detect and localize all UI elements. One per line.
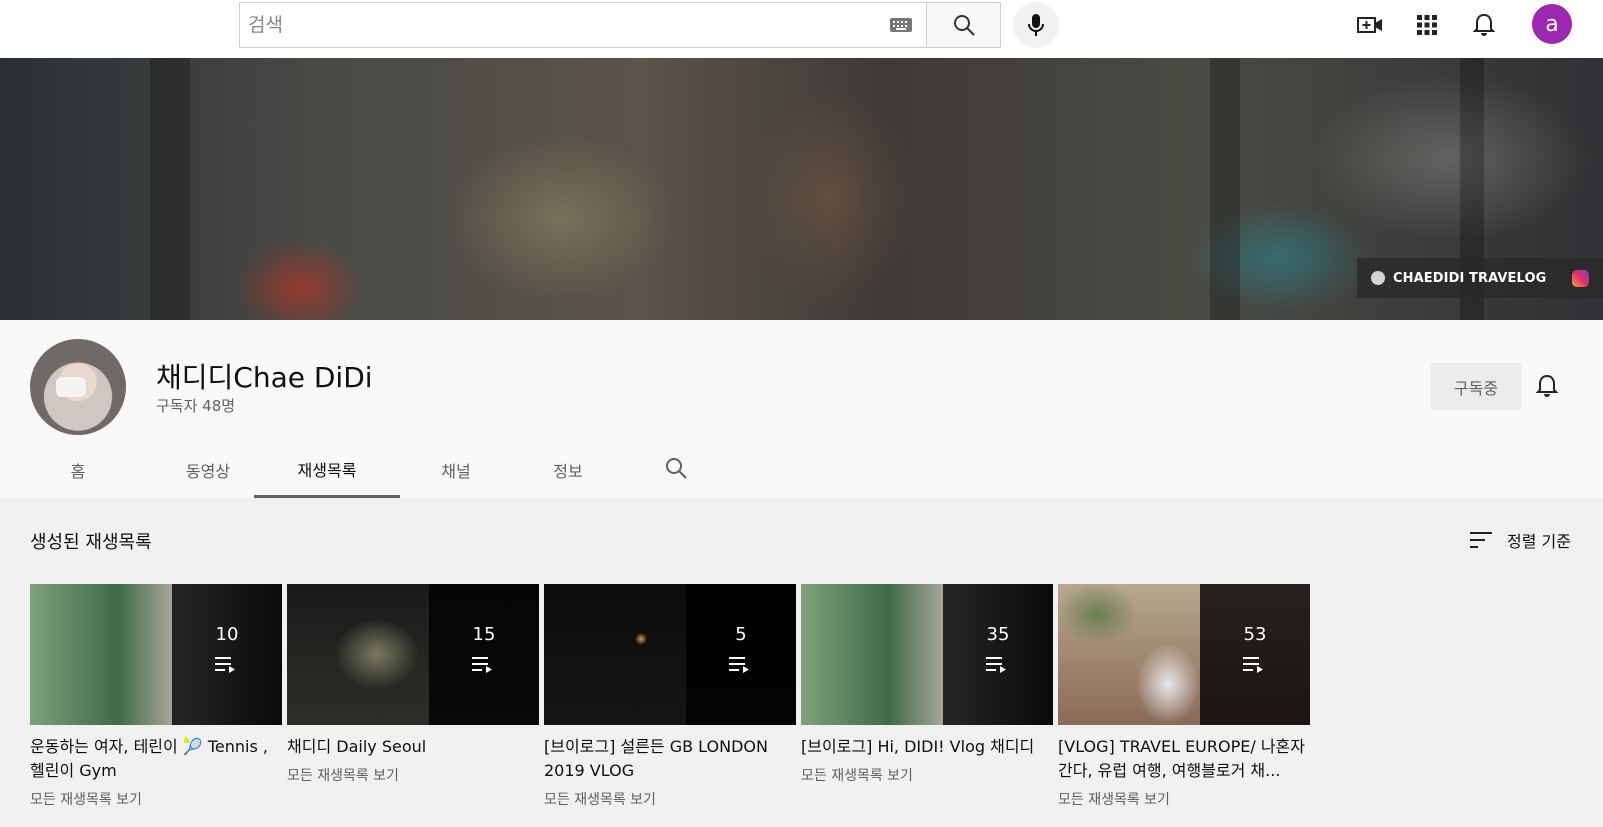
- voice-search-button[interactable]: [1013, 2, 1059, 48]
- playlist-title[interactable]: [브이로그] Hi, DIDI! Vlog 채디디: [801, 735, 1053, 759]
- subscribed-button[interactable]: 구독중: [1431, 363, 1521, 410]
- playlist-card[interactable]: 15 채디디 Daily Seoul 모든 재생목록 보기: [287, 584, 539, 785]
- create-video-icon[interactable]: [1356, 11, 1384, 39]
- playlist-thumbnail[interactable]: 53: [1058, 584, 1310, 725]
- search-box: [239, 2, 927, 48]
- tab-channels[interactable]: 채널: [406, 442, 506, 498]
- channel-header: 채디디Chae DiDi 구독자 48명 구독중 홈 동영상 재생목록 채널 정…: [0, 320, 1603, 498]
- playlist-count-overlay: 15: [429, 584, 539, 725]
- playlist-count-overlay: 35: [943, 584, 1053, 725]
- playlist-card[interactable]: 10 운동하는 여자, 테린이 🎾 Tennis , 헬린이 Gym 모든 재생…: [30, 584, 282, 809]
- playlist-thumbnail[interactable]: 5: [544, 584, 796, 725]
- sort-label: 정렬 기준: [1507, 532, 1571, 551]
- notifications-bell-icon[interactable]: [1470, 11, 1498, 39]
- search-icon: [953, 15, 975, 36]
- banner-link-label: CHAEDIDI TRAVELOG: [1393, 270, 1547, 286]
- playlist-video-count: 5: [735, 624, 747, 645]
- playlist-video-count: 35: [986, 624, 1010, 645]
- channel-title: 채디디Chae DiDi: [156, 361, 373, 394]
- keyboard-icon[interactable]: [889, 17, 913, 37]
- playlist-icon: [729, 657, 749, 673]
- playlist-icon: [215, 657, 235, 673]
- section-title: 생성된 재생목록: [30, 532, 152, 553]
- tab-home[interactable]: 홈: [38, 442, 118, 498]
- mic-icon: [1028, 14, 1044, 36]
- tab-about[interactable]: 정보: [518, 442, 618, 498]
- playlist-card[interactable]: 5 [브이로그] 설른든 GB LONDON 2019 VLOG 모든 재생목록…: [544, 584, 796, 809]
- channel-tabs: 홈 동영상 재생목록 채널 정보: [0, 442, 800, 498]
- banner-link-travelog[interactable]: CHAEDIDI TRAVELOG: [1357, 258, 1603, 298]
- view-full-playlist-link[interactable]: 모든 재생목록 보기: [544, 789, 796, 809]
- search-input[interactable]: [248, 3, 848, 47]
- account-avatar-button[interactable]: a: [1532, 4, 1572, 44]
- playlist-video-count: 53: [1243, 624, 1267, 645]
- playlists-section: 생성된 재생목록 정렬 기준 10 운동하는 여자, 테린이 🎾 Tennis …: [0, 498, 1603, 827]
- playlist-count-overlay: 53: [1200, 584, 1310, 725]
- playlist-thumbnail[interactable]: 35: [801, 584, 1053, 725]
- channel-banner: CHAEDIDI TRAVELOG: [0, 58, 1603, 320]
- playlist-icon: [472, 657, 492, 673]
- search-button[interactable]: [926, 2, 1001, 48]
- sort-button[interactable]: 정렬 기준: [1469, 528, 1571, 552]
- playlist-thumbnail[interactable]: 15: [287, 584, 539, 725]
- playlist-title[interactable]: 채디디 Daily Seoul: [287, 735, 539, 759]
- tab-videos[interactable]: 동영상: [148, 442, 268, 498]
- playlist-icon: [1243, 657, 1263, 673]
- playlist-thumbnail[interactable]: 10: [30, 584, 282, 725]
- globe-icon: [1371, 271, 1385, 285]
- instagram-icon[interactable]: [1572, 270, 1589, 287]
- tab-playlists[interactable]: 재생목록: [254, 442, 400, 498]
- playlist-count-overlay: 10: [172, 584, 282, 725]
- playlist-count-overlay: 5: [686, 584, 796, 725]
- playlist-title[interactable]: 운동하는 여자, 테린이 🎾 Tennis , 헬린이 Gym: [30, 735, 282, 783]
- view-full-playlist-link[interactable]: 모든 재생목록 보기: [287, 765, 539, 785]
- playlist-icon: [986, 657, 1006, 673]
- subscriber-count: 구독자 48명: [156, 397, 236, 415]
- apps-grid-icon[interactable]: [1413, 11, 1441, 39]
- top-bar: a: [0, 0, 1603, 58]
- view-full-playlist-link[interactable]: 모든 재생목록 보기: [30, 789, 282, 809]
- sort-icon: [1470, 532, 1493, 548]
- playlist-title[interactable]: [VLOG] TRAVEL EUROPE/ 나혼자 간다, 유럽 여행, 여행블…: [1058, 735, 1310, 783]
- playlist-title[interactable]: [브이로그] 설른든 GB LONDON 2019 VLOG: [544, 735, 796, 783]
- view-full-playlist-link[interactable]: 모든 재생목록 보기: [801, 765, 1053, 785]
- playlist-card[interactable]: 53 [VLOG] TRAVEL EUROPE/ 나혼자 간다, 유럽 여행, …: [1058, 584, 1310, 809]
- playlist-card[interactable]: 35 [브이로그] Hi, DIDI! Vlog 채디디 모든 재생목록 보기: [801, 584, 1053, 785]
- channel-search-icon[interactable]: [664, 456, 688, 484]
- playlist-video-count: 15: [472, 624, 496, 645]
- view-full-playlist-link[interactable]: 모든 재생목록 보기: [1058, 789, 1310, 809]
- notification-bell-icon[interactable]: [1535, 373, 1559, 403]
- channel-avatar[interactable]: [30, 339, 126, 435]
- playlist-video-count: 10: [215, 624, 239, 645]
